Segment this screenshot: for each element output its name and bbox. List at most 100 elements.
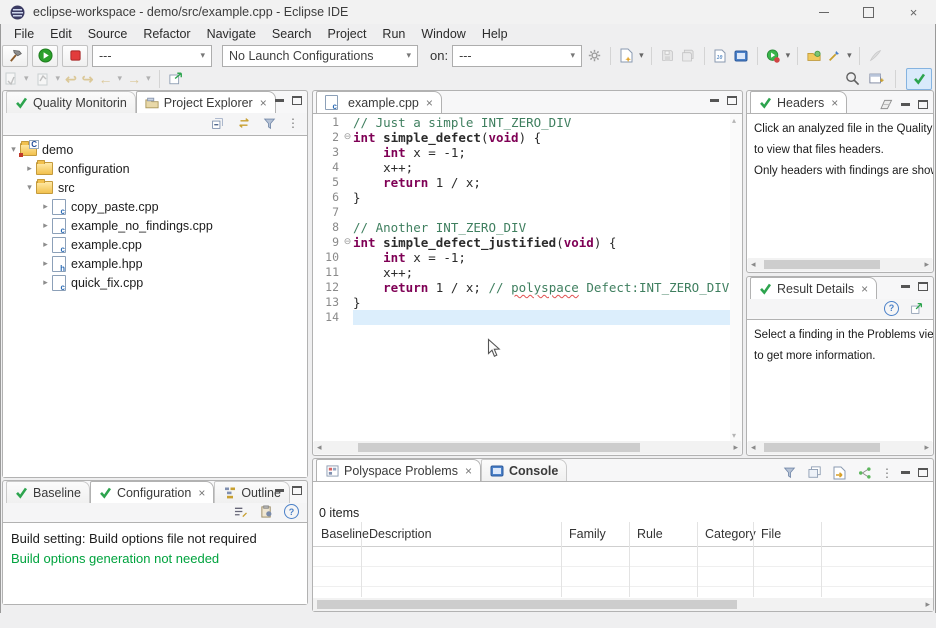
column-header-file[interactable]: File xyxy=(753,527,821,541)
code-line-4[interactable]: 4 x++; xyxy=(313,160,730,175)
maximize-icon[interactable] xyxy=(292,96,302,105)
column-header-baseline[interactable]: Baseline xyxy=(313,527,361,541)
code-line-5[interactable]: 5 return 1 / x; xyxy=(313,175,730,190)
export-log-icon[interactable] xyxy=(831,464,848,481)
chevron-collapsed-icon[interactable]: ▸ xyxy=(39,258,52,269)
code-line-6[interactable]: 6} xyxy=(313,190,730,205)
column-header-family[interactable]: Family xyxy=(561,527,629,541)
open-console-button[interactable] xyxy=(733,47,750,64)
editor-vertical-scrollbar[interactable]: ▴ ▾ xyxy=(730,114,742,442)
code-line-13[interactable]: 13} xyxy=(313,295,730,310)
binary-view-button[interactable]: 10 xyxy=(712,47,729,64)
next-annotation-dropdown-icon[interactable]: ▾ xyxy=(24,73,29,84)
back-dropdown-icon[interactable]: ▾ xyxy=(118,73,123,84)
refresh-options-icon[interactable] xyxy=(258,503,275,520)
target-settings-gear-icon[interactable] xyxy=(586,47,603,64)
save-button[interactable] xyxy=(659,47,676,64)
minimize-icon[interactable] xyxy=(275,99,284,102)
fold-icon[interactable]: ⊖ xyxy=(342,130,353,145)
maximize-icon[interactable] xyxy=(918,468,928,477)
code-line-1[interactable]: 1// Just a simple INT_ZERO_DIV xyxy=(313,115,730,130)
chevron-collapsed-icon[interactable]: ▸ xyxy=(23,163,36,174)
chevron-collapsed-icon[interactable]: ▸ xyxy=(39,277,52,288)
tree-item-quick-fix-cpp[interactable]: ▸cquick_fix.cpp xyxy=(3,273,307,292)
chevron-collapsed-icon[interactable]: ▸ xyxy=(39,201,52,212)
tab-headers[interactable]: Headers × xyxy=(750,91,847,113)
group-tree-icon[interactable] xyxy=(856,464,873,481)
polyspace-perspective-button[interactable] xyxy=(906,68,932,90)
column-header-rule[interactable]: Rule xyxy=(629,527,697,541)
search-marker-button[interactable] xyxy=(826,47,843,64)
search-icon[interactable] xyxy=(844,70,861,87)
menu-item-refactor[interactable]: Refactor xyxy=(135,26,198,42)
menu-item-file[interactable]: File xyxy=(6,26,42,42)
maximize-icon[interactable] xyxy=(918,282,928,291)
open-element-button[interactable] xyxy=(805,47,822,64)
copy-results-icon[interactable] xyxy=(806,464,823,481)
code-line-14[interactable]: 14 xyxy=(313,310,730,325)
next-annotation-button[interactable] xyxy=(2,70,19,87)
back-history-icon[interactable]: ↩ xyxy=(65,72,77,86)
run-external-dropdown-icon[interactable]: ▾ xyxy=(786,50,791,61)
tab-quality-monitoring[interactable]: Quality Monitorin xyxy=(6,91,136,113)
fold-icon[interactable]: ⊖ xyxy=(342,235,353,250)
tab-console[interactable]: Console xyxy=(481,459,567,481)
close-icon[interactable]: × xyxy=(465,464,472,478)
tab-result-details[interactable]: Result Details × xyxy=(750,277,877,299)
menu-item-run[interactable]: Run xyxy=(374,26,413,42)
close-icon[interactable]: × xyxy=(198,486,205,500)
run-analysis-button[interactable] xyxy=(32,45,58,67)
forward-dropdown-icon[interactable]: ▾ xyxy=(146,73,151,84)
result-details-horizontal-scrollbar[interactable]: ◂ ▸ xyxy=(748,441,932,454)
close-icon[interactable]: × xyxy=(831,96,838,110)
tree-item-src[interactable]: ▾src xyxy=(3,178,307,197)
clear-eraser-icon[interactable] xyxy=(879,96,893,113)
code-line-12[interactable]: 12 return 1 / x; // polyspace Defect:INT… xyxy=(313,280,730,295)
code-editor[interactable]: 1// Just a simple INT_ZERO_DIV2⊖int simp… xyxy=(313,113,742,442)
minimize-icon[interactable] xyxy=(901,103,910,106)
maximize-icon[interactable] xyxy=(292,486,302,495)
new-wizard-button[interactable] xyxy=(618,47,635,64)
menu-item-search[interactable]: Search xyxy=(264,26,320,42)
view-menu-icon[interactable]: ⋮ xyxy=(287,117,299,129)
minimize-icon[interactable] xyxy=(901,285,910,288)
help-icon[interactable]: ? xyxy=(884,301,899,316)
tree-item-configuration[interactable]: ▸configuration xyxy=(3,159,307,178)
minimize-icon[interactable] xyxy=(275,489,284,492)
new-wizard-dropdown-icon[interactable]: ▾ xyxy=(639,50,644,61)
stop-analysis-button[interactable] xyxy=(62,45,88,67)
menu-item-help[interactable]: Help xyxy=(474,26,516,42)
menu-item-window[interactable]: Window xyxy=(413,26,473,42)
code-line-7[interactable]: 7 xyxy=(313,205,730,220)
previous-annotation-button[interactable] xyxy=(34,70,51,87)
headers-horizontal-scrollbar[interactable]: ◂ ▸ xyxy=(748,258,932,271)
minimize-icon[interactable] xyxy=(710,99,719,102)
launch-target-combo[interactable]: ---▾ xyxy=(452,45,582,67)
code-line-11[interactable]: 11 x++; xyxy=(313,265,730,280)
window-minimize-button[interactable] xyxy=(801,0,846,24)
filter-icon[interactable] xyxy=(781,464,798,481)
menu-item-navigate[interactable]: Navigate xyxy=(199,26,264,42)
column-header-category[interactable]: Category xyxy=(697,527,753,541)
maximize-icon[interactable] xyxy=(727,96,737,105)
window-close-button[interactable]: × xyxy=(891,0,936,24)
help-icon[interactable]: ? xyxy=(284,504,299,519)
back-button[interactable]: ← xyxy=(99,72,113,86)
tab-configuration[interactable]: Configuration × xyxy=(90,481,214,503)
tree-item-example-no-findings-cpp[interactable]: ▸cexample_no_findings.cpp xyxy=(3,216,307,235)
tab-example-cpp[interactable]: c example.cpp × xyxy=(316,91,442,113)
chevron-collapsed-icon[interactable]: ▸ xyxy=(39,239,52,250)
filter-icon[interactable] xyxy=(261,115,278,132)
code-line-9[interactable]: 9⊖int simple_defect_justified(void) { xyxy=(313,235,730,250)
column-header-description[interactable]: Description xyxy=(361,527,561,541)
editor-horizontal-scrollbar[interactable]: ◂ ▸ xyxy=(314,441,741,454)
tree-item-copy-paste-cpp[interactable]: ▸ccopy_paste.cpp xyxy=(3,197,307,216)
tab-baseline[interactable]: Baseline xyxy=(6,481,90,503)
save-all-button[interactable] xyxy=(680,47,697,64)
close-icon[interactable]: × xyxy=(260,96,267,110)
view-menu-icon[interactable]: ⋮ xyxy=(881,467,893,479)
chevron-expanded-icon[interactable]: ▾ xyxy=(23,182,36,193)
run-external-tool-button[interactable] xyxy=(765,47,782,64)
search-marker-dropdown-icon[interactable]: ▾ xyxy=(847,50,852,61)
options-list-icon[interactable] xyxy=(232,503,249,520)
